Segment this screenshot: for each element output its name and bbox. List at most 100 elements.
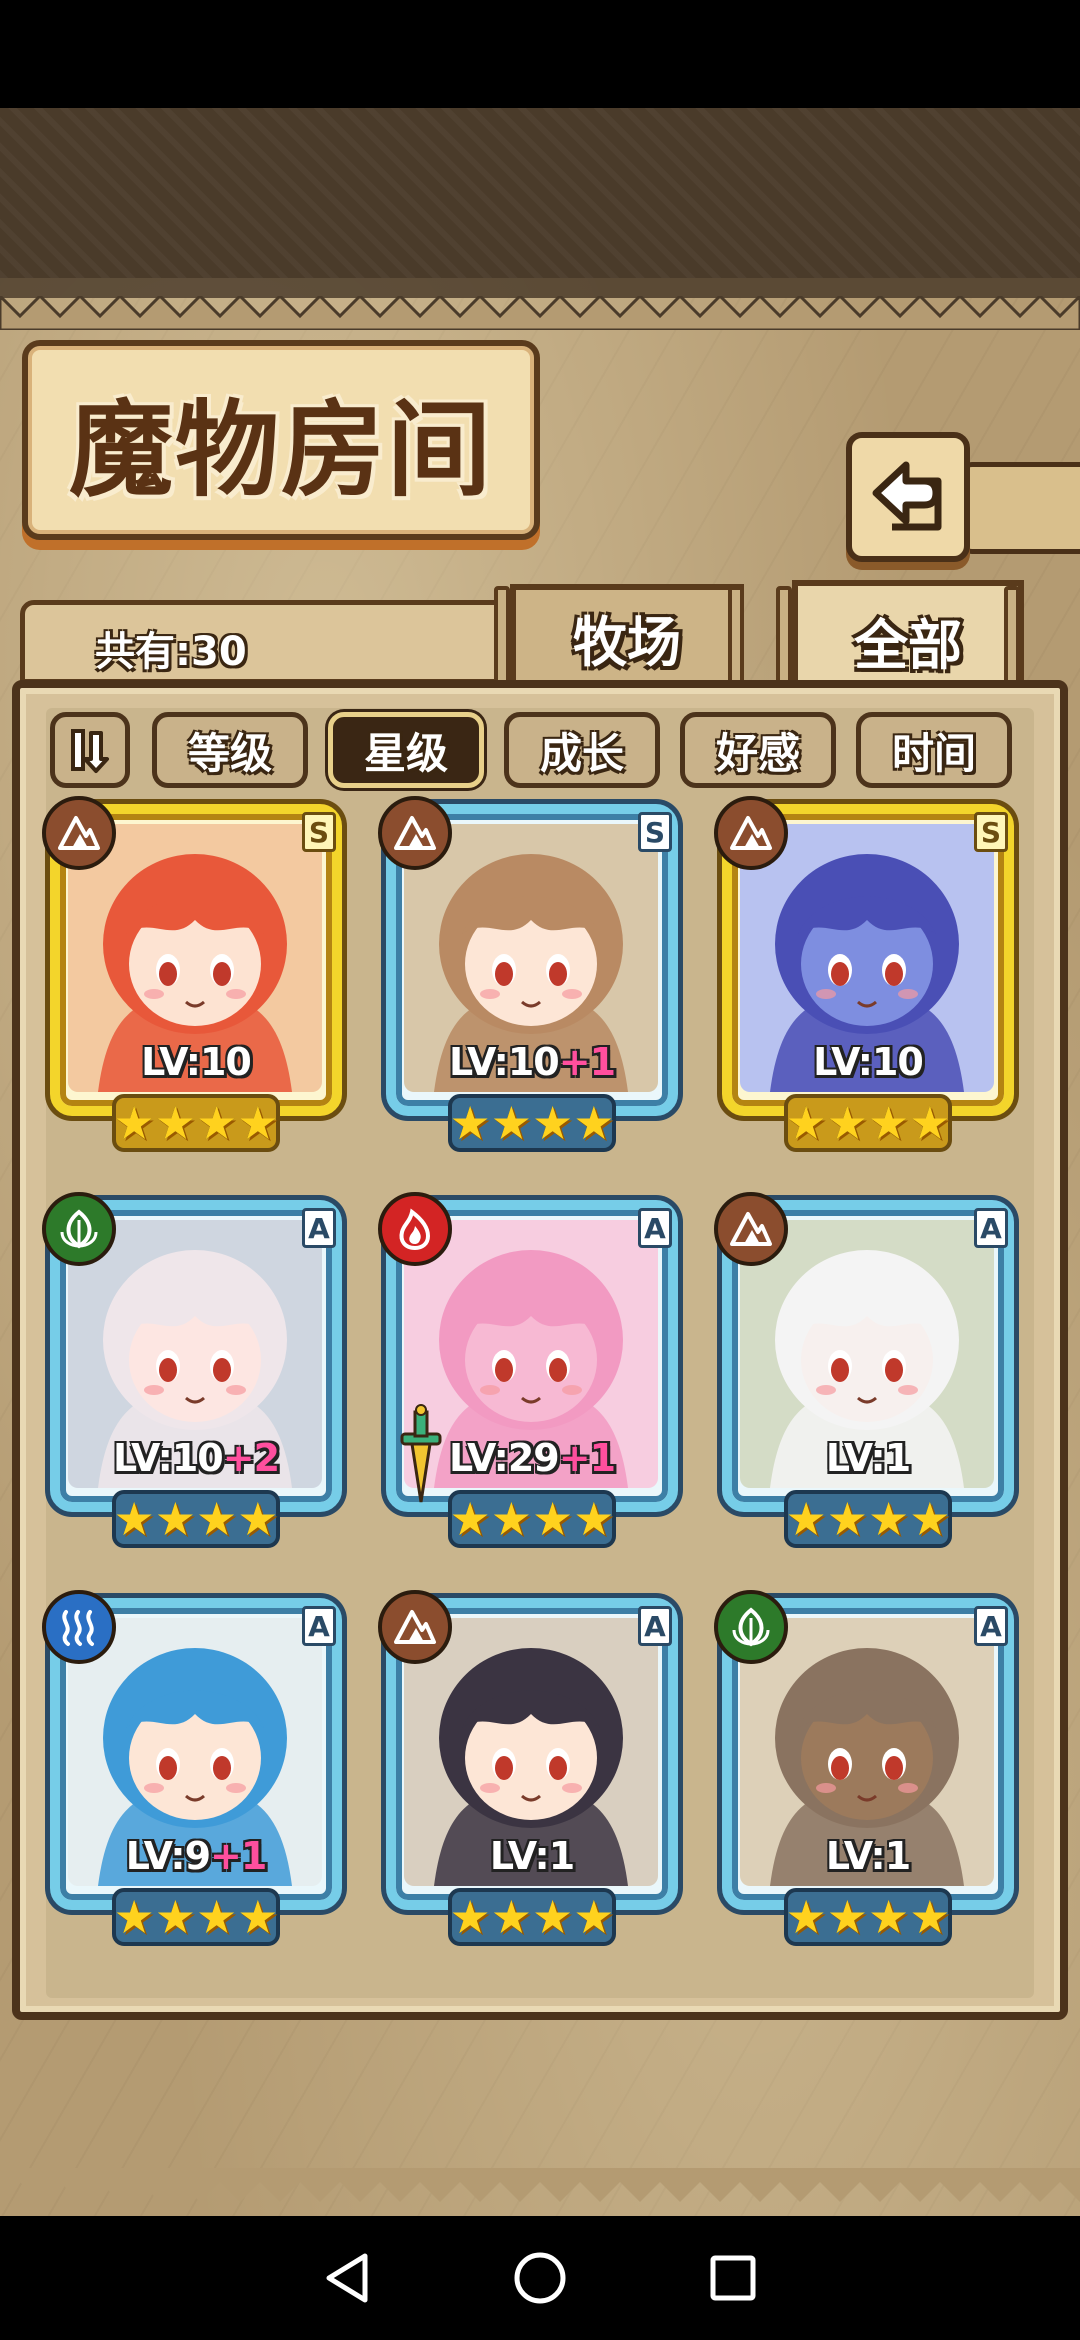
level-value: LV:9 xyxy=(125,1834,211,1878)
star-rating: ★ ★ ★ ★ xyxy=(112,1094,280,1152)
monster-level: LV:9+1 xyxy=(42,1834,350,1878)
nav-recents-button[interactable] xyxy=(703,2248,763,2308)
page-title: 魔物房间 xyxy=(68,387,493,511)
star-icon: ★ xyxy=(573,1890,615,1944)
star-icon: ★ xyxy=(532,1890,574,1944)
monster-level: LV:1 xyxy=(714,1436,1022,1480)
star-rating: ★ ★ ★ ★ xyxy=(784,1888,952,1946)
zigzag-edge-top xyxy=(0,296,1080,330)
monster-level: LV:29+1 xyxy=(378,1436,686,1480)
title-banner: 魔物房间 xyxy=(22,340,540,540)
circle-home-icon xyxy=(514,2252,566,2304)
sort-by-star-button[interactable]: 星级 xyxy=(328,712,484,788)
star-icon: ★ xyxy=(449,1492,491,1546)
zigzag-edge-bottom xyxy=(0,2168,1080,2202)
star-rating: ★ ★ ★ ★ xyxy=(112,1490,280,1548)
star-rating: ★ ★ ★ ★ xyxy=(448,1094,616,1152)
monster-level: LV:1 xyxy=(378,1834,686,1878)
star-icon: ★ xyxy=(113,1096,155,1150)
star-icon: ★ xyxy=(532,1096,574,1150)
earth-element-icon xyxy=(378,1590,452,1664)
leaf-element-icon xyxy=(42,1192,116,1266)
leaf-element-icon xyxy=(714,1590,788,1664)
star-icon: ★ xyxy=(868,1096,910,1150)
star-icon: ★ xyxy=(573,1492,615,1546)
earth-element-icon xyxy=(378,796,452,870)
back-arrow-icon xyxy=(872,461,942,531)
star-icon: ★ xyxy=(237,1890,279,1944)
water-element-icon xyxy=(42,1590,116,1664)
monster-card[interactable]: A LV:1 ★ ★ ★ ★ xyxy=(714,1192,1022,1548)
star-icon: ★ xyxy=(573,1096,615,1150)
star-icon: ★ xyxy=(785,1492,827,1546)
sort-by-level-button[interactable]: 等级 xyxy=(152,712,308,788)
monster-card[interactable]: S LV:10+1 ★ ★ ★ ★ xyxy=(378,796,686,1152)
rank-badge: A xyxy=(302,1606,336,1646)
star-icon: ★ xyxy=(785,1890,827,1944)
monster-card[interactable]: S LV:10 ★ ★ ★ ★ xyxy=(42,796,350,1152)
tab-ranch[interactable]: 牧场 xyxy=(510,584,744,684)
sort-order-toggle[interactable] xyxy=(50,712,130,788)
star-rating: ★ ★ ★ ★ xyxy=(448,1490,616,1548)
level-value: LV:1 xyxy=(825,1436,911,1480)
rank-badge: A xyxy=(638,1606,672,1646)
monster-level: LV:10 xyxy=(42,1040,350,1084)
star-icon: ★ xyxy=(154,1492,196,1546)
monster-card[interactable]: A LV:1 ★ ★ ★ ★ xyxy=(378,1590,686,1946)
sort-direction-icon xyxy=(71,729,109,773)
rank-badge: S xyxy=(302,812,336,852)
level-bonus: +2 xyxy=(222,1436,280,1480)
star-icon: ★ xyxy=(449,1890,491,1944)
star-rating: ★ ★ ★ ★ xyxy=(784,1490,952,1548)
star-icon: ★ xyxy=(868,1890,910,1944)
monster-level: LV:10+2 xyxy=(42,1436,350,1480)
status-bar xyxy=(0,0,1080,108)
triangle-back-icon xyxy=(326,2253,368,2303)
fire-element-icon xyxy=(378,1192,452,1266)
sort-by-growth-button[interactable]: 成长 xyxy=(504,712,660,788)
star-icon: ★ xyxy=(237,1096,279,1150)
nav-back-button[interactable] xyxy=(317,2248,377,2308)
level-value: LV:10 xyxy=(112,1436,224,1480)
level-value: LV:10 xyxy=(813,1040,924,1084)
back-button-rail xyxy=(960,462,1080,554)
star-icon: ★ xyxy=(868,1492,910,1546)
level-value: LV:1 xyxy=(825,1834,911,1878)
level-bonus: +1 xyxy=(210,1834,267,1878)
level-value: LV:1 xyxy=(489,1834,575,1878)
nav-home-button[interactable] xyxy=(510,2248,570,2308)
star-rating: ★ ★ ★ ★ xyxy=(448,1888,616,1946)
monster-card[interactable]: A LV:1 ★ ★ ★ ★ xyxy=(714,1590,1022,1946)
tab-all[interactable]: 全部 xyxy=(792,580,1024,694)
star-icon: ★ xyxy=(532,1492,574,1546)
monster-level: LV:1 xyxy=(714,1834,1022,1878)
rank-badge: A xyxy=(974,1606,1008,1646)
monster-card[interactable]: A LV:10+2 ★ ★ ★ ★ xyxy=(42,1192,350,1548)
star-icon: ★ xyxy=(826,1890,868,1944)
monster-count-bar: 共有:30 xyxy=(20,600,540,684)
sort-by-time-button[interactable]: 时间 xyxy=(856,712,1012,788)
star-icon: ★ xyxy=(237,1492,279,1546)
monster-card[interactable]: A LV:29+1 ★ ★ ★ ★ xyxy=(378,1192,686,1548)
star-rating: ★ ★ ★ ★ xyxy=(784,1094,952,1152)
map-border-top xyxy=(0,108,1080,278)
rank-badge: A xyxy=(638,1208,672,1248)
star-icon: ★ xyxy=(196,1890,238,1944)
level-bonus: +1 xyxy=(558,1040,616,1084)
level-value: LV:29 xyxy=(448,1436,560,1480)
star-icon: ★ xyxy=(490,1096,532,1150)
rank-badge: A xyxy=(302,1208,336,1248)
star-icon: ★ xyxy=(113,1492,155,1546)
star-icon: ★ xyxy=(490,1890,532,1944)
monster-level: LV:10+1 xyxy=(378,1040,686,1084)
star-icon: ★ xyxy=(490,1492,532,1546)
monster-count-label: 共有:30 xyxy=(95,629,247,675)
star-icon: ★ xyxy=(909,1096,951,1150)
sort-by-affection-button[interactable]: 好感 xyxy=(680,712,836,788)
back-button[interactable] xyxy=(846,432,970,562)
monster-card[interactable]: S LV:10 ★ ★ ★ ★ xyxy=(714,796,1022,1152)
monster-card[interactable]: A LV:9+1 ★ ★ ★ ★ xyxy=(42,1590,350,1946)
earth-element-icon xyxy=(42,796,116,870)
star-icon: ★ xyxy=(826,1492,868,1546)
level-bonus: +1 xyxy=(558,1436,616,1480)
